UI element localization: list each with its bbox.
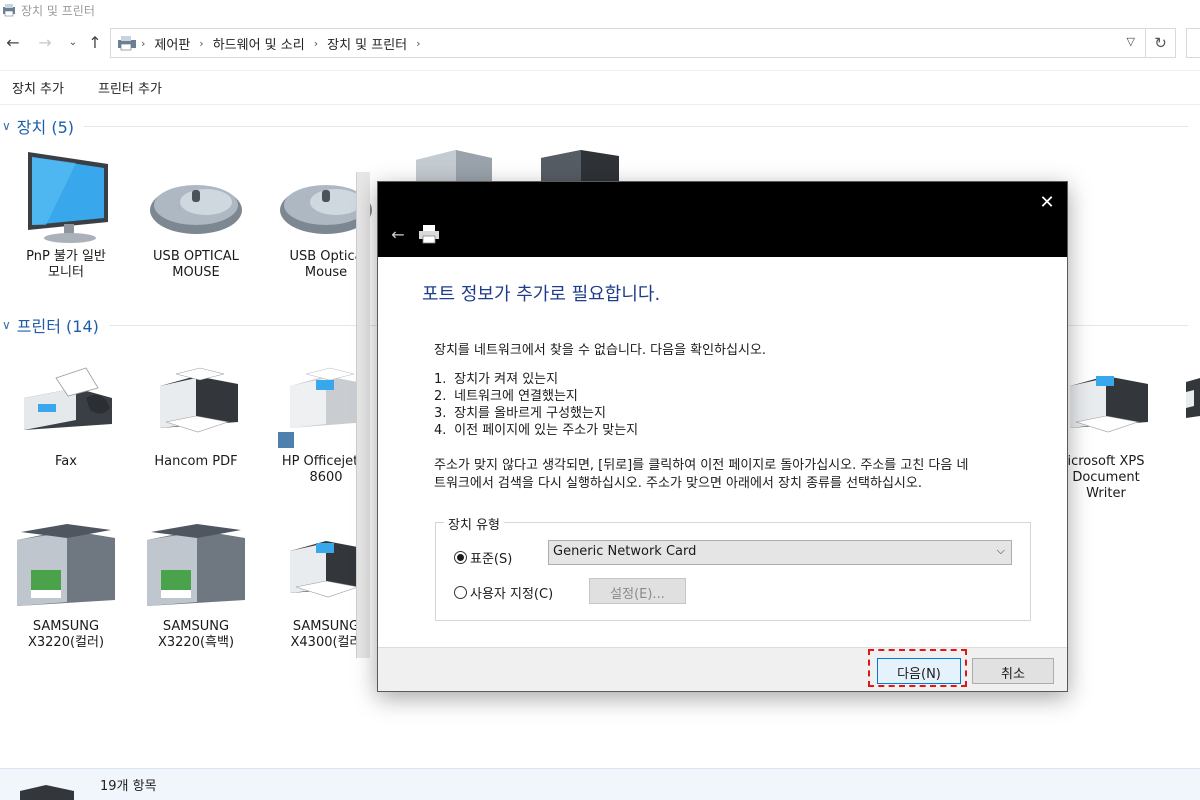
device-label: PnP 불가 일반 모니터 (26, 249, 106, 280)
mfp-printer-icon (17, 524, 115, 606)
device-item-usb-optical-mouse[interactable]: USB OPTICAL MOUSE (136, 150, 256, 281)
background-window-edge (356, 172, 370, 658)
instruction-paragraph: 주소가 맞지 않다고 생각되면, [뒤로]를 클릭하여 이전 페이지로 돌아가십… (434, 457, 1054, 493)
chevron-down-icon: ∨ (2, 119, 11, 133)
forward-arrow-icon[interactable]: → (34, 31, 56, 53)
printer-label: Hancom PDF (154, 454, 238, 469)
chevron-down-icon: ⌵ (996, 544, 1005, 557)
printer-icon (419, 225, 439, 244)
up-arrow-icon[interactable]: ↑ (84, 31, 106, 53)
printer-item-samsung-x3220-color[interactable]: SAMSUNG X3220(컬러) (6, 520, 126, 651)
dialog-message: 장치를 네트워크에서 찾을 수 없습니다. 다음을 확인하십시오. (434, 343, 767, 358)
printer-item-fax[interactable]: Fax (6, 355, 126, 470)
devices-group-header[interactable]: ∨ 장치 (5) (0, 115, 1200, 137)
standard-radio-label: 표준(S) (470, 552, 513, 567)
command-bar: 장치 추가 프린터 추가 (0, 70, 1200, 105)
list-item: 3. 장치를 올바르게 구성했는지 (434, 406, 606, 421)
back-arrow-icon[interactable]: ← (2, 31, 24, 53)
list-item: 2. 네트워크에 연결했는지 (434, 389, 578, 404)
fax-icon (24, 367, 112, 430)
search-box[interactable] (1186, 28, 1200, 58)
custom-radio-label: 사용자 지정(C) (470, 587, 554, 602)
list-item: 4. 이전 페이지에 있는 주소가 맞는지 (434, 423, 639, 438)
storage-device-icon (416, 150, 492, 182)
computer-tower-icon (541, 150, 619, 182)
printers-group-title: 프린터 (14) (16, 317, 99, 336)
window-title: 장치 및 프린터 (21, 3, 95, 18)
dialog-header: ✕ ← (378, 182, 1067, 257)
list-item: 1. 장치가 켜져 있는지 (434, 372, 559, 387)
printer-icon (1070, 375, 1148, 432)
chevron-right-icon: › (141, 36, 146, 50)
recent-locations-chevron-icon[interactable]: ⌄ (62, 31, 84, 53)
refresh-icon[interactable]: ↻ (1146, 28, 1176, 58)
dialog-heading: 포트 정보가 추가로 필요합니다. (422, 284, 661, 305)
add-device-button[interactable]: 장치 추가 (0, 78, 76, 97)
radio-selected-icon[interactable] (454, 551, 467, 564)
close-icon[interactable]: ✕ (1035, 190, 1059, 214)
chevron-right-icon: › (313, 36, 319, 50)
paragraph-line: 주소가 맞지 않다고 생각되면, [뒤로]를 클릭하여 이전 페이지로 돌아가십… (434, 458, 969, 473)
breadcrumb-devices-printers[interactable]: 장치 및 프린터 (327, 34, 407, 53)
status-bar: 19개 항목 (0, 768, 1200, 800)
window-titlebar: 장치 및 프린터 (0, 0, 1200, 20)
navigation-bar: ← → ⌄ ↑ › 제어판 › 하드웨어 및 소리 › 장치 및 프린터 › ▽… (0, 28, 1200, 58)
printer-icon (160, 367, 238, 432)
device-type-select[interactable]: Generic Network Card ⌵ (548, 540, 1012, 565)
control-panel-icon (118, 36, 136, 51)
standard-radio[interactable]: 표준(S) (454, 548, 512, 567)
printer-icon (20, 785, 74, 800)
back-arrow-icon[interactable]: ← (388, 224, 408, 244)
item-count: 19개 항목 (100, 779, 157, 794)
printer-item-samsung-x3220-mono[interactable]: SAMSUNG X3220(흑백) (136, 520, 256, 651)
printer-label: Fax (55, 454, 77, 469)
checklist: 1. 장치가 켜져 있는지 2. 네트워크에 연결했는지 3. 장치를 올바르게… (434, 371, 638, 439)
printer-label: SAMSUNG X3220(컬러) (27, 619, 105, 650)
add-printer-button[interactable]: 프린터 추가 (86, 78, 174, 97)
radio-unselected-icon[interactable] (454, 586, 467, 599)
chevron-down-icon: ∨ (2, 318, 11, 332)
devices-group-title: 장치 (5) (16, 118, 74, 137)
divider (84, 125, 1188, 127)
cancel-button[interactable]: 취소 (972, 658, 1054, 684)
printer-icon (1186, 378, 1200, 418)
next-button-highlight (868, 649, 967, 687)
breadcrumb-control-panel[interactable]: 제어판 (154, 34, 190, 53)
settings-button[interactable]: 설정(E)... (589, 578, 686, 604)
printer-item-hancom-pdf[interactable]: Hancom PDF (136, 355, 256, 470)
chevron-right-icon: › (416, 36, 421, 50)
add-printer-dialog: ✕ ← 포트 정보가 추가로 필요합니다. 장치를 네트워크에서 찾을 수 없습… (377, 181, 1068, 692)
devices-printers-icon (3, 4, 15, 17)
monitor-icon (28, 152, 108, 243)
custom-radio[interactable]: 사용자 지정(C) (454, 583, 553, 602)
device-type-legend: 장치 유형 (444, 514, 504, 533)
device-type-group: 장치 유형 표준(S) Generic Network Card ⌵ 사용자 지… (435, 514, 1031, 621)
address-bar[interactable]: › 제어판 › 하드웨어 및 소리 › 장치 및 프린터 › ▽ (110, 28, 1146, 58)
chevron-down-icon[interactable]: ▽ (1127, 35, 1135, 48)
printer-label: SAMSUNG X3220(흑백) (157, 619, 235, 650)
mfp-printer-icon (147, 524, 245, 606)
breadcrumb-hardware-sound[interactable]: 하드웨어 및 소리 (213, 34, 305, 53)
device-label: USB OPTICAL MOUSE (153, 249, 239, 280)
device-item-monitor[interactable]: PnP 불가 일반 모니터 (6, 150, 126, 281)
paragraph-line: 트워크에서 검색을 다시 실행하십시오. 주소가 맞으면 아래에서 장치 종류를… (434, 476, 922, 491)
chevron-right-icon: › (199, 36, 204, 50)
device-type-select-value: Generic Network Card (553, 544, 697, 559)
mouse-icon (150, 185, 242, 234)
